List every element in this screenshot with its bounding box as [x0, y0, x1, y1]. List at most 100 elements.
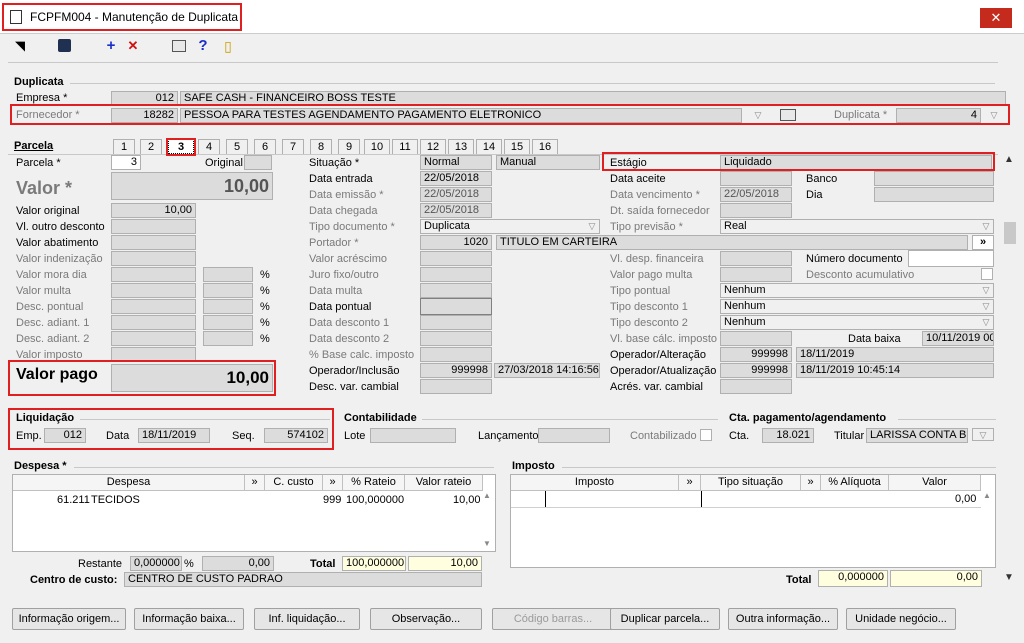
tab-parcela-8[interactable]: 8 — [310, 139, 332, 154]
tipo-desconto2-select[interactable]: Nenhum — [720, 315, 994, 330]
titular-search-icon[interactable]: ▽ — [972, 428, 994, 441]
tab-parcela-1[interactable]: 1 — [113, 139, 135, 154]
tab-parcela-13[interactable]: 13 — [448, 139, 474, 154]
situacao-manual-field[interactable]: Manual — [496, 155, 600, 170]
help-icon[interactable]: ? — [195, 38, 211, 54]
despesa-grid[interactable]: Despesa » C. custo » % Rateio Valor rate… — [12, 474, 496, 552]
imposto-row[interactable]: 0,00 — [511, 491, 981, 508]
tab-parcela-12[interactable]: 12 — [420, 139, 446, 154]
tipo-documento-select[interactable]: Duplicata — [420, 219, 600, 234]
numero-documento-field[interactable] — [908, 250, 994, 267]
base-calc-field — [420, 347, 492, 362]
data-desconto2-label: Data desconto 2 — [309, 333, 390, 345]
cta-field: 18.021 — [762, 428, 814, 443]
tab-parcela-14[interactable]: 14 — [476, 139, 502, 154]
desconto-acumulativo-checkbox[interactable] — [981, 268, 993, 280]
imposto-grid[interactable]: Imposto » Tipo situação » % Alíquota Val… — [510, 474, 996, 568]
duplicar-parcela-button[interactable]: Duplicar parcela... — [610, 608, 720, 630]
desconto-acumulativo-label: Desconto acumulativo — [806, 269, 915, 281]
despesa-col-despesa-lookup[interactable]: » — [245, 475, 265, 491]
despesa-group-title: Despesa * — [14, 460, 67, 472]
portador-name-field[interactable]: TITULO EM CARTEIRA — [496, 235, 968, 250]
chevron-down-icon[interactable]: ▽ — [980, 220, 992, 233]
tab-parcela-6[interactable]: 6 — [254, 139, 276, 154]
close-button[interactable]: ✕ — [980, 8, 1012, 28]
contabilizado-label: Contabilizado — [630, 430, 697, 442]
tab-parcela-9[interactable]: 9 — [338, 139, 360, 154]
codigo-barras-button[interactable]: Código barras... — [492, 608, 614, 630]
portador-code-field[interactable]: 1020 — [420, 235, 492, 250]
tab-parcela-4[interactable]: 4 — [198, 139, 220, 154]
add-icon[interactable]: + — [103, 38, 119, 54]
inf-liquidacao-button[interactable]: Inf. liquidação... — [254, 608, 360, 630]
chevron-down-icon[interactable]: ▽ — [586, 220, 598, 233]
valor-indenizacao-label: Valor indenização — [16, 253, 103, 265]
chevron-down-icon[interactable]: ▽ — [980, 284, 992, 297]
desc-adiant2-pct-field — [203, 331, 253, 346]
tab-parcela-5[interactable]: 5 — [226, 139, 248, 154]
despesa-row-valor[interactable]: 10,00 — [453, 493, 481, 507]
tab-parcela-11[interactable]: 11 — [392, 139, 418, 154]
despesa-col-valor-rateio[interactable]: Valor rateio — [405, 475, 483, 491]
imposto-col-aliquota[interactable]: % Alíquota — [821, 475, 889, 491]
scroll-thumb[interactable] — [1004, 222, 1016, 244]
tab-parcela-10[interactable]: 10 — [364, 139, 390, 154]
chevron-down-icon[interactable]: ▽ — [980, 316, 992, 329]
banco-label: Banco — [806, 173, 838, 185]
scroll-up-icon[interactable]: ▲ — [1004, 154, 1014, 165]
data-pontual-field[interactable] — [420, 298, 492, 315]
juro-fixo-field — [420, 267, 492, 282]
tab-parcela-15[interactable]: 15 — [504, 139, 530, 154]
despesa-scroll-up-icon[interactable]: ▲ — [483, 491, 491, 500]
delete-icon[interactable]: ✕ — [125, 38, 141, 54]
despesa-row-name[interactable]: TECIDOS — [91, 493, 140, 507]
informacao-baixa-button[interactable]: Informação baixa... — [134, 608, 244, 630]
exit-icon[interactable]: ▯ — [220, 38, 236, 54]
pct-sign: % — [260, 269, 270, 281]
tab-parcela-2[interactable]: 2 — [140, 139, 162, 154]
scroll-down-icon[interactable]: ▼ — [1004, 572, 1014, 583]
despesa-scroll-down-icon[interactable]: ▼ — [483, 539, 491, 548]
imposto-col-tipo-situacao[interactable]: Tipo situação — [701, 475, 801, 491]
imposto-col-imposto[interactable]: Imposto — [511, 475, 679, 491]
parcela-number-field[interactable]: 3 — [111, 155, 141, 170]
imposto-total-label: Total — [786, 574, 812, 586]
main-scrollbar[interactable]: ▲ ▼ — [1002, 152, 1018, 588]
grid-icon[interactable] — [172, 40, 186, 52]
despesa-row-rateio[interactable]: 100,000000 — [346, 493, 404, 507]
vl-outro-desconto-field[interactable] — [111, 219, 196, 234]
data-aceite-field[interactable] — [720, 171, 792, 186]
save-icon[interactable] — [58, 39, 71, 52]
tab-parcela-16[interactable]: 16 — [532, 139, 558, 154]
observacao-button[interactable]: Observação... — [370, 608, 482, 630]
portador-lookup-button[interactable]: » — [972, 235, 994, 250]
contabilizado-checkbox[interactable] — [700, 429, 712, 441]
despesa-row-code[interactable]: 61.211 — [57, 493, 90, 507]
despesa-col-despesa[interactable]: Despesa — [13, 475, 245, 491]
data-entrada-field[interactable]: 22/05/2018 — [420, 171, 492, 186]
imposto-col-valor[interactable]: Valor — [889, 475, 981, 491]
imposto-col-tipo-lookup[interactable]: » — [801, 475, 821, 491]
despesa-row-ccusto[interactable]: 999 — [323, 493, 341, 507]
valor-original-field[interactable]: 10,00 — [111, 203, 196, 218]
outra-informacao-button[interactable]: Outra informação... — [728, 608, 838, 630]
tipo-previsao-select[interactable]: Real — [720, 219, 994, 234]
despesa-col-ccusto-lookup[interactable]: » — [323, 475, 343, 491]
informacao-origem-button[interactable]: Informação origem... — [12, 608, 126, 630]
imposto-col-imposto-lookup[interactable]: » — [679, 475, 701, 491]
despesa-col-rateio[interactable]: % Rateio — [343, 475, 405, 491]
valor-abatimento-field[interactable] — [111, 235, 196, 250]
cursor-icon[interactable]: ◥ — [12, 38, 28, 54]
despesa-col-ccusto[interactable]: C. custo — [265, 475, 323, 491]
chevron-down-icon[interactable]: ▽ — [980, 300, 992, 313]
tab-parcela-7[interactable]: 7 — [282, 139, 304, 154]
valor-field[interactable]: 10,00 — [111, 172, 273, 200]
imposto-row-valor[interactable]: 0,00 — [955, 492, 976, 506]
imposto-cell-divider — [701, 491, 702, 507]
tipo-pontual-label: Tipo pontual — [610, 285, 671, 297]
situacao-field[interactable]: Normal — [420, 155, 492, 170]
tipo-desconto1-select[interactable]: Nenhum — [720, 299, 994, 314]
unidade-negocio-button[interactable]: Unidade negócio... — [846, 608, 956, 630]
tipo-pontual-select[interactable]: Nenhum — [720, 283, 994, 298]
imposto-scroll-up-icon[interactable]: ▲ — [983, 491, 991, 500]
